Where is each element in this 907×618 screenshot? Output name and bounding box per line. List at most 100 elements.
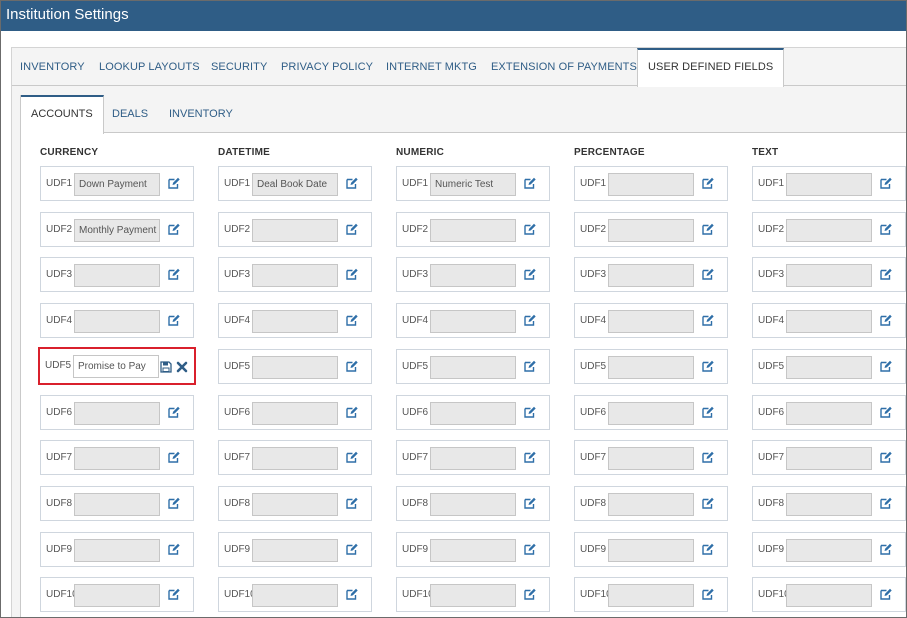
edit-icon[interactable] xyxy=(523,267,537,281)
udf-name-input[interactable] xyxy=(430,356,516,379)
edit-icon[interactable] xyxy=(167,313,181,327)
edit-icon[interactable] xyxy=(879,222,893,236)
udf-name-input[interactable] xyxy=(252,539,338,562)
udf-name-input[interactable] xyxy=(608,493,694,516)
udf-name-input[interactable] xyxy=(252,584,338,607)
udf-name-input[interactable] xyxy=(786,173,872,196)
edit-icon[interactable] xyxy=(523,587,537,601)
edit-icon[interactable] xyxy=(345,405,359,419)
edit-icon[interactable] xyxy=(523,313,537,327)
udf-name-input[interactable]: Monthly Payment xyxy=(74,219,160,242)
udf-name-input[interactable] xyxy=(74,264,160,287)
edit-icon[interactable] xyxy=(879,405,893,419)
udf-name-input[interactable] xyxy=(430,539,516,562)
udf-name-input[interactable] xyxy=(74,402,160,425)
udf-name-input[interactable]: Promise to Pay xyxy=(73,355,159,378)
udf-name-input[interactable] xyxy=(430,402,516,425)
udf-name-input[interactable] xyxy=(786,447,872,470)
edit-icon[interactable] xyxy=(879,176,893,190)
edit-icon[interactable] xyxy=(879,313,893,327)
edit-icon[interactable] xyxy=(701,496,715,510)
udf-name-input[interactable] xyxy=(608,402,694,425)
edit-icon[interactable] xyxy=(523,359,537,373)
udf-name-input[interactable] xyxy=(74,310,160,333)
udf-name-input[interactable] xyxy=(74,493,160,516)
udf-name-input[interactable] xyxy=(608,356,694,379)
edit-icon[interactable] xyxy=(345,222,359,236)
udf-name-input[interactable]: Down Payment xyxy=(74,173,160,196)
save-icon[interactable] xyxy=(160,360,172,373)
edit-icon[interactable] xyxy=(345,267,359,281)
edit-icon[interactable] xyxy=(523,496,537,510)
edit-icon[interactable] xyxy=(167,496,181,510)
udf-name-input[interactable]: Numeric Test xyxy=(430,173,516,196)
udf-name-input[interactable] xyxy=(430,310,516,333)
edit-icon[interactable] xyxy=(345,313,359,327)
udf-name-input[interactable]: Deal Book Date xyxy=(252,173,338,196)
tab-security[interactable]: SECURITY xyxy=(211,48,267,86)
edit-icon[interactable] xyxy=(167,405,181,419)
udf-name-input[interactable] xyxy=(786,539,872,562)
udf-name-input[interactable] xyxy=(430,219,516,242)
edit-icon[interactable] xyxy=(701,222,715,236)
udf-name-input[interactable] xyxy=(786,584,872,607)
tab-inventory[interactable]: INVENTORY xyxy=(20,48,85,86)
edit-icon[interactable] xyxy=(345,496,359,510)
udf-name-input[interactable] xyxy=(786,356,872,379)
udf-name-input[interactable] xyxy=(252,356,338,379)
edit-icon[interactable] xyxy=(701,176,715,190)
edit-icon[interactable] xyxy=(345,542,359,556)
udf-name-input[interactable] xyxy=(608,219,694,242)
edit-icon[interactable] xyxy=(701,405,715,419)
edit-icon[interactable] xyxy=(701,267,715,281)
edit-icon[interactable] xyxy=(523,405,537,419)
udf-name-input[interactable] xyxy=(608,584,694,607)
edit-icon[interactable] xyxy=(345,176,359,190)
udf-name-input[interactable] xyxy=(608,264,694,287)
tab-internet-mktg[interactable]: INTERNET MKTG xyxy=(386,48,477,86)
udf-name-input[interactable] xyxy=(252,310,338,333)
udf-name-input[interactable] xyxy=(786,493,872,516)
udf-name-input[interactable] xyxy=(252,493,338,516)
subtab-accounts[interactable]: ACCOUNTS xyxy=(21,95,104,134)
edit-icon[interactable] xyxy=(701,542,715,556)
udf-name-input[interactable] xyxy=(786,219,872,242)
udf-name-input[interactable] xyxy=(74,539,160,562)
udf-name-input[interactable] xyxy=(252,447,338,470)
udf-name-input[interactable] xyxy=(430,584,516,607)
edit-icon[interactable] xyxy=(701,359,715,373)
udf-name-input[interactable] xyxy=(786,310,872,333)
edit-icon[interactable] xyxy=(345,450,359,464)
edit-icon[interactable] xyxy=(167,176,181,190)
tab-lookup-layouts[interactable]: LOOKUP LAYOUTS xyxy=(99,48,200,86)
udf-name-input[interactable] xyxy=(786,264,872,287)
edit-icon[interactable] xyxy=(345,587,359,601)
tab-extension-of-payments[interactable]: EXTENSION OF PAYMENTS xyxy=(491,48,637,86)
udf-name-input[interactable] xyxy=(74,584,160,607)
edit-icon[interactable] xyxy=(879,450,893,464)
edit-icon[interactable] xyxy=(701,450,715,464)
edit-icon[interactable] xyxy=(523,450,537,464)
edit-icon[interactable] xyxy=(167,267,181,281)
edit-icon[interactable] xyxy=(879,587,893,601)
edit-icon[interactable] xyxy=(701,313,715,327)
udf-name-input[interactable] xyxy=(608,173,694,196)
edit-icon[interactable] xyxy=(523,176,537,190)
edit-icon[interactable] xyxy=(879,542,893,556)
udf-name-input[interactable] xyxy=(430,447,516,470)
udf-name-input[interactable] xyxy=(430,264,516,287)
udf-name-input[interactable] xyxy=(252,402,338,425)
subtab-inventory[interactable]: INVENTORY xyxy=(169,95,233,133)
edit-icon[interactable] xyxy=(523,542,537,556)
edit-icon[interactable] xyxy=(701,587,715,601)
udf-name-input[interactable] xyxy=(608,447,694,470)
close-icon[interactable] xyxy=(176,360,188,373)
udf-name-input[interactable] xyxy=(252,264,338,287)
udf-name-input[interactable] xyxy=(430,493,516,516)
edit-icon[interactable] xyxy=(167,222,181,236)
edit-icon[interactable] xyxy=(879,359,893,373)
edit-icon[interactable] xyxy=(167,542,181,556)
udf-name-input[interactable] xyxy=(786,402,872,425)
subtab-deals[interactable]: DEALS xyxy=(112,95,148,133)
edit-icon[interactable] xyxy=(523,222,537,236)
